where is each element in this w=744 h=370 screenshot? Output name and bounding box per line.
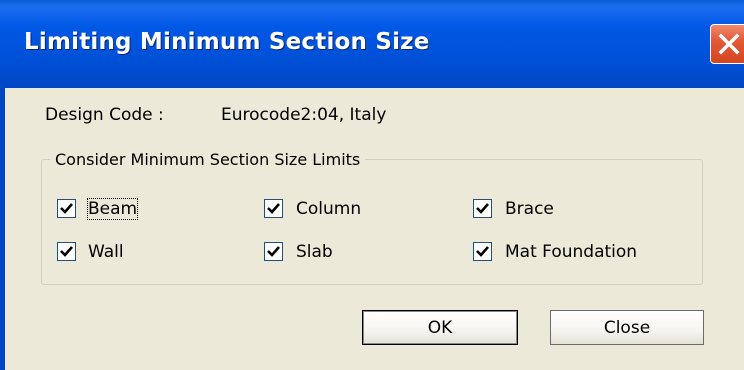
- brace-label[interactable]: Brace: [505, 199, 554, 219]
- design-code-label: Design Code :: [45, 105, 164, 125]
- column-label[interactable]: Column: [296, 199, 361, 219]
- mat-foundation-label[interactable]: Mat Foundation: [505, 242, 637, 262]
- slab-label[interactable]: Slab: [296, 242, 333, 262]
- design-code-value: Eurocode2:04, Italy: [221, 105, 387, 125]
- wall-checkbox[interactable]: [57, 242, 76, 261]
- close-icon[interactable]: [710, 24, 744, 64]
- slab-checkbox[interactable]: [264, 242, 283, 261]
- mat-foundation-checkbox[interactable]: [473, 242, 492, 261]
- column-checkbox[interactable]: [264, 199, 283, 218]
- ok-button[interactable]: OK: [362, 310, 518, 345]
- close-button[interactable]: Close: [550, 310, 704, 345]
- wall-label[interactable]: Wall: [88, 242, 124, 262]
- min-section-group: [41, 159, 703, 285]
- beam-label[interactable]: Beam: [86, 198, 139, 220]
- brace-checkbox[interactable]: [473, 199, 492, 218]
- beam-checkbox[interactable]: [57, 199, 76, 218]
- title-bar[interactable]: Limiting Minimum Section Size: [0, 0, 744, 88]
- window-title: Limiting Minimum Section Size: [24, 29, 430, 55]
- window-frame: [0, 88, 5, 370]
- group-legend: Consider Minimum Section Size Limits: [50, 150, 366, 169]
